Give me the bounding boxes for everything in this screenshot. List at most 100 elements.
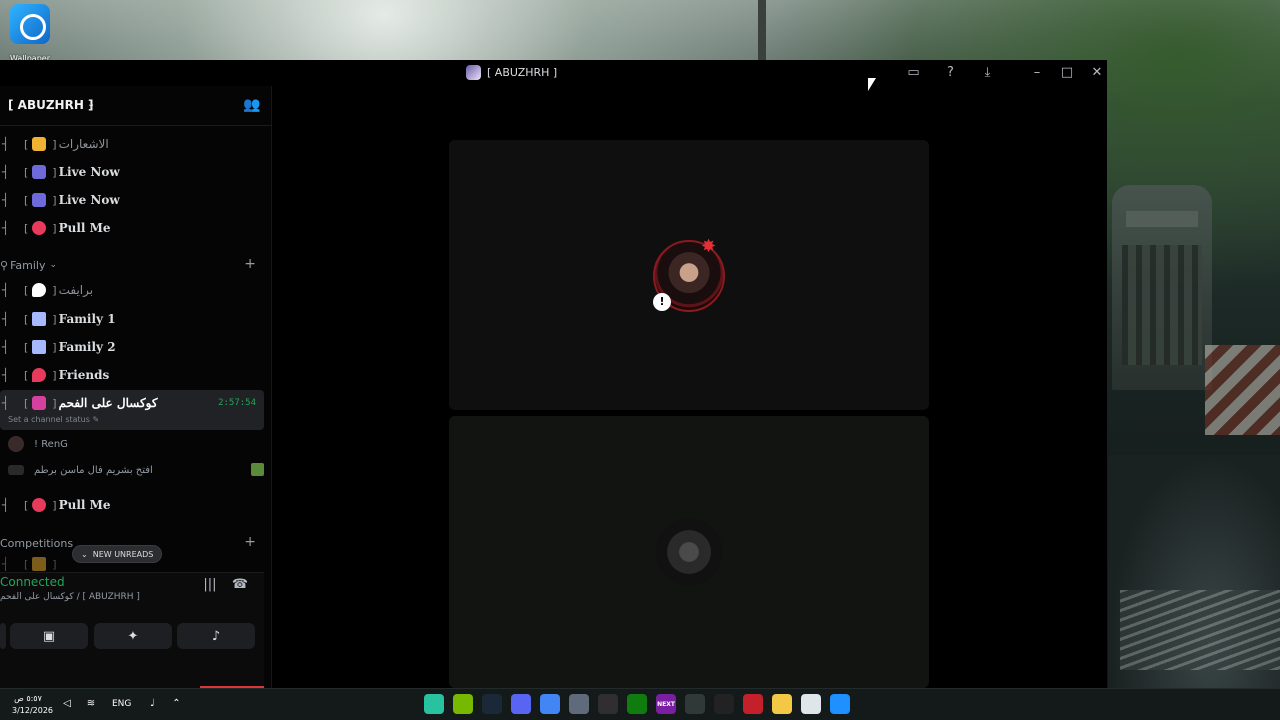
channel-private[interactable]: ┤ [ ] برايفت (0, 278, 93, 302)
chrome-icon[interactable] (540, 694, 560, 714)
channel-name: الاشعارات (58, 137, 109, 151)
chevron-up-icon[interactable]: ⌃ (169, 697, 183, 711)
bracket-right: ] (52, 193, 57, 207)
language-indicator[interactable]: ENG (112, 699, 131, 709)
volume-icon[interactable]: ◁ (60, 697, 74, 711)
clock-date: 3/12/2026 (12, 706, 54, 715)
voice-channel-path[interactable]: كوكسال على الفحم / [ ABUZHRH ] (0, 592, 140, 602)
screen-share-icon: ▣ (42, 628, 56, 644)
active-voice-channel[interactable]: ┤ [ ] كوكسال على الفحم 2:57:54 Set a cha… (0, 390, 264, 430)
red-circle-icon (32, 498, 47, 512)
new-unreads-pill[interactable]: ⌄ NEW UNREADS (72, 545, 163, 563)
discord-window: [ ABUZHRH ] ▭ ? ⤓ – □ ✕ [ ABUZHRH ] ⌄ 👥 … (0, 60, 1107, 688)
settings-icon[interactable] (569, 694, 589, 714)
status-hint-text: Set a channel status (8, 415, 90, 424)
channel-status-hint[interactable]: Set a channel status ✎ (8, 415, 99, 424)
chevron-down-icon: ⌄ (49, 260, 58, 270)
channel-friends[interactable]: ┤ [ ] Friends (0, 363, 109, 387)
speaker-icon (32, 312, 47, 326)
server-header[interactable]: [ ABUZHRH ] ⌄ 👥 (0, 86, 272, 126)
download-icon[interactable]: ⤓ (979, 64, 996, 81)
voice-connection-panel: Connected كوكسال على الفحم / [ ABUZHRH ]… (0, 572, 264, 688)
channel-pull-me[interactable]: ┤ [ ] Pull Me (0, 216, 111, 240)
channel-live-now-2[interactable]: ┤ [ ] Live Now (0, 188, 120, 212)
discord-icon[interactable] (511, 694, 531, 714)
windows-icon[interactable] (801, 694, 821, 714)
voice-connected-status[interactable]: Connected (0, 575, 65, 589)
pin-icon (32, 368, 47, 382)
chevron-down-icon: ⌄ (81, 549, 88, 559)
inbox-icon[interactable]: ▭ (905, 64, 922, 81)
minimize-button[interactable]: – (1022, 63, 1052, 83)
xbox-icon[interactable] (627, 694, 647, 714)
wallpaper-building (1112, 185, 1212, 390)
channel-sidebar: [ ABUZHRH ] ⌄ 👥 ┤ [ ] الاشعارات ┤ [ ] Li… (0, 86, 272, 688)
channel-name: Live Now (58, 165, 120, 179)
steam-icon[interactable] (482, 694, 502, 714)
bracket-left: [ (24, 340, 29, 354)
channel-family-1[interactable]: ┤ [ ] Family 1 (0, 307, 116, 331)
search-icon[interactable] (685, 694, 705, 714)
disconnect-icon[interactable]: ☎ (230, 577, 250, 597)
tree-line: ┤ (2, 137, 10, 151)
server-avatar-icon (466, 65, 481, 80)
tree-line: ┤ (2, 221, 10, 235)
file-explorer-icon[interactable] (772, 694, 792, 714)
channel-notifications[interactable]: ┤ [ ] الاشعارات (0, 132, 109, 156)
screen-share-button[interactable]: ▣ (10, 623, 88, 649)
participant-tile[interactable]: ✸ ! (449, 140, 929, 410)
noise-suppression-icon[interactable]: ||| (200, 577, 220, 597)
category-family[interactable]: ⚲ Family ⌄ + (0, 256, 262, 274)
speaker-icon (32, 340, 47, 354)
activity-cube-icon (251, 463, 264, 476)
bracket-left: [ (24, 368, 29, 382)
anger-icon: ✸ (701, 236, 717, 257)
bracket-right: ] (52, 368, 57, 382)
participant-tile[interactable] (449, 416, 929, 688)
bracket-right: ] (52, 340, 57, 354)
taskbar-apps: NEXT (424, 694, 850, 714)
chevron-down-icon: ⌄ (87, 99, 96, 110)
channel-pull-me-2[interactable]: ┤ [ ] Pull Me (0, 493, 111, 517)
camera-button[interactable] (0, 623, 6, 649)
system-tray: ◁ ≋ ENG ♩ ⌃ (60, 697, 183, 711)
add-channel-icon[interactable]: + (244, 256, 256, 272)
wallpaper-app-icon[interactable] (424, 694, 444, 714)
bracket-right: ] (52, 221, 57, 235)
category-chevron-icon: ⚲ (0, 258, 9, 272)
channel-family-2[interactable]: ┤ [ ] Family 2 (0, 335, 116, 359)
maximize-button[interactable]: □ (1052, 63, 1082, 83)
category-name: Competitions (0, 536, 74, 550)
channel-live-now-1[interactable]: ┤ [ ] Live Now (0, 160, 120, 184)
capcut-icon[interactable] (714, 694, 734, 714)
next-icon[interactable]: NEXT (656, 694, 676, 714)
nvidia-icon[interactable] (453, 694, 473, 714)
add-channel-icon[interactable]: + (244, 534, 256, 550)
battlenet-icon[interactable] (743, 694, 763, 714)
help-icon[interactable]: ? (942, 64, 959, 81)
obs-icon[interactable] (598, 694, 618, 714)
activities-button[interactable]: ✦ (94, 623, 172, 649)
window-controls: – □ ✕ (1022, 63, 1107, 83)
tree-line: ┤ (2, 557, 10, 571)
wallpaper-debris (1120, 590, 1280, 670)
voice-user[interactable]: افتح بشريم فال ماسن برطم (8, 460, 264, 480)
desktop-wallpaper-shortcut[interactable]: Wallpaper (2, 4, 58, 63)
title-bar: [ ABUZHRH ] ▭ ? ⤓ – □ ✕ (0, 60, 1107, 86)
channel-name: Family 1 (58, 312, 116, 326)
windows-taskbar: ٥:٥٧ ص 3/12/2026 ◁ ≋ ENG ♩ ⌃ NEXT (0, 688, 1280, 720)
activities-icon: ✦ (127, 628, 139, 644)
pencil-icon: ✎ (92, 415, 100, 424)
voice-user-name: افتح بشريم فال ماسن برطم (34, 464, 153, 476)
invite-people-icon[interactable]: 👥 (243, 97, 261, 115)
new-unreads-label: NEW UNREADS (92, 549, 154, 559)
system-clock[interactable]: ٥:٥٧ ص 3/12/2026 (12, 693, 54, 717)
voice-user[interactable]: ! RenG (8, 434, 68, 454)
microphone-icon[interactable]: ♩ (145, 697, 159, 711)
bracket-right: ] (52, 396, 57, 410)
start-icon[interactable] (830, 694, 850, 714)
soundboard-button[interactable]: ♪ (177, 623, 255, 649)
bracket-left: [ (24, 221, 29, 235)
close-button[interactable]: ✕ (1082, 63, 1107, 83)
wifi-icon[interactable]: ≋ (84, 697, 98, 711)
